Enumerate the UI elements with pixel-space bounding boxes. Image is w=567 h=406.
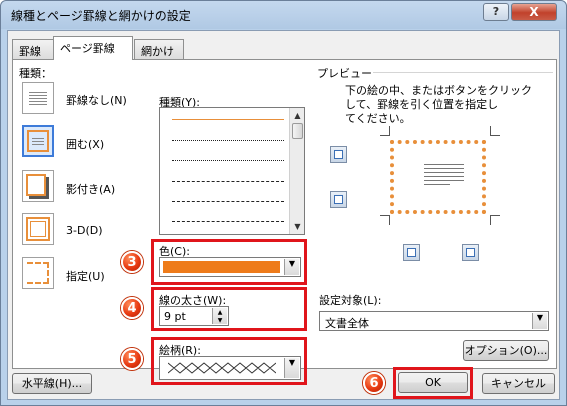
- right-border-button[interactable]: [462, 244, 479, 261]
- corner-mark: [490, 126, 500, 136]
- window-title: 線種とページ罫線と網かけの設定: [11, 9, 191, 23]
- help-button[interactable]: ?: [483, 3, 509, 21]
- tab-shading[interactable]: 網かけ: [134, 39, 184, 59]
- title-bar[interactable]: 線種とページ罫線と網かけの設定 ? X: [1, 1, 566, 29]
- chevron-down-icon[interactable]: ▼: [284, 358, 299, 378]
- setting-box-label[interactable]: 囲む(X): [66, 136, 104, 152]
- settings-label: 種類：: [19, 67, 52, 80]
- scroll-down-icon[interactable]: ▼: [291, 220, 304, 233]
- chevron-down-icon[interactable]: ▼: [284, 259, 299, 275]
- setting-none-icon[interactable]: [22, 82, 54, 114]
- setting-box-icon[interactable]: [22, 125, 54, 157]
- setting-none-label[interactable]: 罫線なし(N): [66, 92, 127, 108]
- apply-to-value: 文書全体: [325, 317, 369, 330]
- apply-to-combobox[interactable]: 文書全体 ▼: [319, 311, 549, 331]
- tab-page-border[interactable]: ページ罫線: [53, 36, 133, 60]
- setting-custom-label[interactable]: 指定(U): [66, 268, 105, 284]
- style-scrollbar[interactable]: ▲ ▼: [289, 108, 304, 234]
- style-option-dash-dot[interactable]: [172, 221, 284, 222]
- top-border-button[interactable]: [330, 146, 347, 163]
- corner-mark: [380, 215, 390, 225]
- style-listbox[interactable]: ▲ ▼: [159, 107, 305, 235]
- style-option-dotted[interactable]: [172, 140, 284, 141]
- ok-button[interactable]: OK: [398, 372, 468, 393]
- spinner-icon[interactable]: ▲ ▼: [212, 308, 227, 324]
- dialog-client: 罫線 ページ罫線 網かけ 種類： 罫線なし(N) 囲む(X) 影付き(A) 3-…: [7, 30, 560, 400]
- corner-mark: [490, 215, 500, 225]
- width-value: 9 pt: [164, 310, 186, 323]
- tab-borders[interactable]: 罫線: [12, 39, 54, 59]
- style-option-long-dashed[interactable]: [172, 201, 284, 202]
- chevron-down-icon[interactable]: ▼: [532, 313, 547, 329]
- width-combobox[interactable]: 9 pt ▲ ▼: [159, 306, 229, 326]
- step-badge-6: 6: [363, 372, 385, 394]
- art-pattern-icon: [168, 362, 276, 374]
- left-border-button[interactable]: [403, 244, 420, 261]
- setting-shadow-icon[interactable]: [22, 170, 54, 202]
- color-swatch: [163, 261, 280, 273]
- preview-page[interactable]: [390, 140, 486, 214]
- art-combobox[interactable]: ▼: [159, 356, 301, 380]
- style-option-dashed[interactable]: [172, 181, 284, 182]
- scroll-thumb[interactable]: [292, 123, 303, 139]
- corner-mark: [380, 126, 390, 136]
- setting-shadow-label[interactable]: 影付き(A): [66, 181, 115, 197]
- style-option-fine-dotted[interactable]: [172, 160, 284, 161]
- setting-3d-icon[interactable]: [22, 213, 54, 245]
- step-badge-5: 5: [121, 348, 143, 370]
- cancel-button[interactable]: キャンセル: [482, 373, 555, 394]
- preview-label: プレビュー: [317, 67, 372, 80]
- preview-instruction-3: てください。: [345, 112, 411, 125]
- preview-divider: [373, 72, 553, 73]
- style-option-solid[interactable]: [172, 119, 284, 120]
- close-button[interactable]: X: [511, 3, 557, 21]
- setting-3d-label[interactable]: 3-D(D): [66, 224, 103, 237]
- dialog-window: 線種とページ罫線と網かけの設定 ? X 罫線 ページ罫線 網かけ 種類： 罫線な…: [0, 0, 567, 406]
- color-combobox[interactable]: ▼: [159, 257, 301, 277]
- step-badge-3: 3: [121, 251, 143, 273]
- tab-panel: 種類： 罫線なし(N) 囲む(X) 影付き(A) 3-D(D) 指定(U) 種類…: [12, 59, 557, 385]
- step-badge-4: 4: [121, 297, 143, 319]
- apply-to-label: 設定対象(L):: [319, 294, 382, 307]
- options-button[interactable]: オプション(O)...: [463, 340, 549, 361]
- setting-custom-icon[interactable]: [22, 257, 54, 289]
- bottom-border-button[interactable]: [330, 191, 347, 208]
- scroll-up-icon[interactable]: ▲: [291, 109, 304, 122]
- horizontal-line-button[interactable]: 水平線(H)...: [12, 373, 92, 394]
